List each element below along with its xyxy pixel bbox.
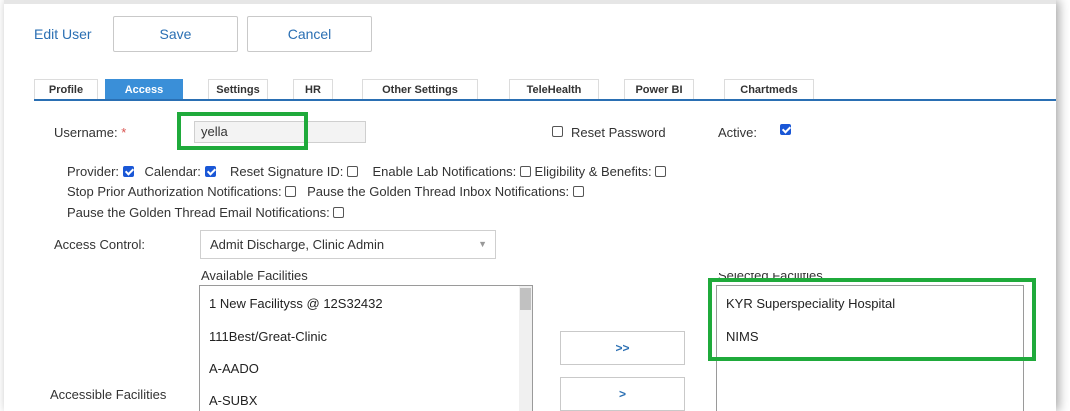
tab-settings[interactable]: Settings [208, 79, 268, 99]
save-button[interactable]: Save [113, 16, 238, 52]
options-row-3: Pause the Golden Thread Email Notificati… [67, 205, 345, 220]
stop-prior-auth-checkbox[interactable] [285, 186, 297, 197]
pause-email-checkbox[interactable] [333, 207, 345, 218]
provider-checkbox[interactable] [122, 166, 134, 177]
tab-bar: Profile Access Settings HR Other Setting… [34, 79, 1056, 101]
list-item[interactable]: A-AADO [209, 361, 259, 376]
active-checkbox[interactable] [780, 124, 791, 135]
reset-password-label: Reset Password [571, 125, 666, 140]
calendar-checkbox[interactable] [204, 166, 216, 177]
tab-telehealth[interactable]: TeleHealth [509, 79, 599, 99]
chevron-down-icon: ▼ [478, 239, 487, 249]
calendar-label: Calendar: [144, 164, 201, 179]
list-item[interactable]: 111Best/Great-Clinic [209, 329, 327, 344]
edit-user-window: Edit User Save Cancel Profile Access Set… [4, 0, 1056, 411]
options-row-1: Provider: Calendar: Reset Signature ID: … [67, 164, 667, 179]
pause-email-label: Pause the Golden Thread Email Notificati… [67, 205, 330, 220]
scrollbar-thumb[interactable] [520, 288, 531, 310]
username-input[interactable]: yella [194, 121, 366, 143]
access-control-select[interactable]: Admit Discharge, Clinic Admin ▼ [200, 230, 496, 259]
selected-facilities-list[interactable]: KYR Superspeciality Hospital NIMS [716, 285, 1024, 411]
tab-profile[interactable]: Profile [34, 79, 98, 99]
eligibility-checkbox[interactable] [655, 166, 667, 177]
tab-power-bi[interactable]: Power BI [624, 79, 694, 99]
available-facilities-list[interactable]: 1 New Facilityss @ 12S32432 111Best/Grea… [199, 285, 533, 411]
tab-hr[interactable]: HR [293, 79, 333, 99]
reset-signature-label: Reset Signature ID: [229, 164, 344, 179]
provider-label: Provider: [67, 164, 120, 179]
scrollbar[interactable] [519, 286, 532, 411]
pause-inbox-label: Pause the Golden Thread Inbox Notificati… [307, 184, 570, 199]
page-title: Edit User [34, 26, 92, 42]
stop-prior-auth-label: Stop Prior Authorization Notifications: [67, 184, 282, 199]
add-facility-button[interactable]: > [560, 377, 685, 411]
list-item[interactable]: A-SUBX [209, 393, 257, 408]
accessible-facilities-label: Accessible Facilities [50, 387, 167, 402]
username-label: Username: * [54, 125, 127, 140]
reset-signature-checkbox[interactable] [347, 166, 359, 177]
list-item[interactable]: 1 New Facilityss @ 12S32432 [209, 296, 383, 311]
access-control-label: Access Control: [54, 237, 146, 252]
pause-inbox-checkbox[interactable] [572, 186, 584, 197]
tab-other-settings[interactable]: Other Settings [362, 79, 478, 99]
list-item[interactable]: KYR Superspeciality Hospital [726, 296, 895, 311]
required-mark: * [121, 125, 127, 140]
reset-password-checkbox[interactable] [552, 126, 563, 137]
list-item[interactable]: NIMS [726, 329, 759, 344]
selected-facilities-label: Selected Facilities [718, 268, 823, 283]
top-border [4, 0, 1056, 4]
active-label: Active: [718, 125, 758, 140]
tab-chartmeds[interactable]: Chartmeds [724, 79, 814, 99]
access-control-value: Admit Discharge, Clinic Admin [210, 237, 385, 252]
tab-access[interactable]: Access [105, 79, 183, 99]
options-row-2: Stop Prior Authorization Notifications: … [67, 184, 584, 199]
lab-notifications-label: Enable Lab Notifications: [372, 164, 517, 179]
available-facilities-label: Available Facilities [201, 268, 308, 283]
add-all-facilities-button[interactable]: >> [560, 331, 685, 365]
lab-notifications-checkbox[interactable] [519, 166, 531, 177]
eligibility-label: Eligibility & Benefits: [534, 164, 652, 179]
cancel-button[interactable]: Cancel [247, 16, 372, 52]
